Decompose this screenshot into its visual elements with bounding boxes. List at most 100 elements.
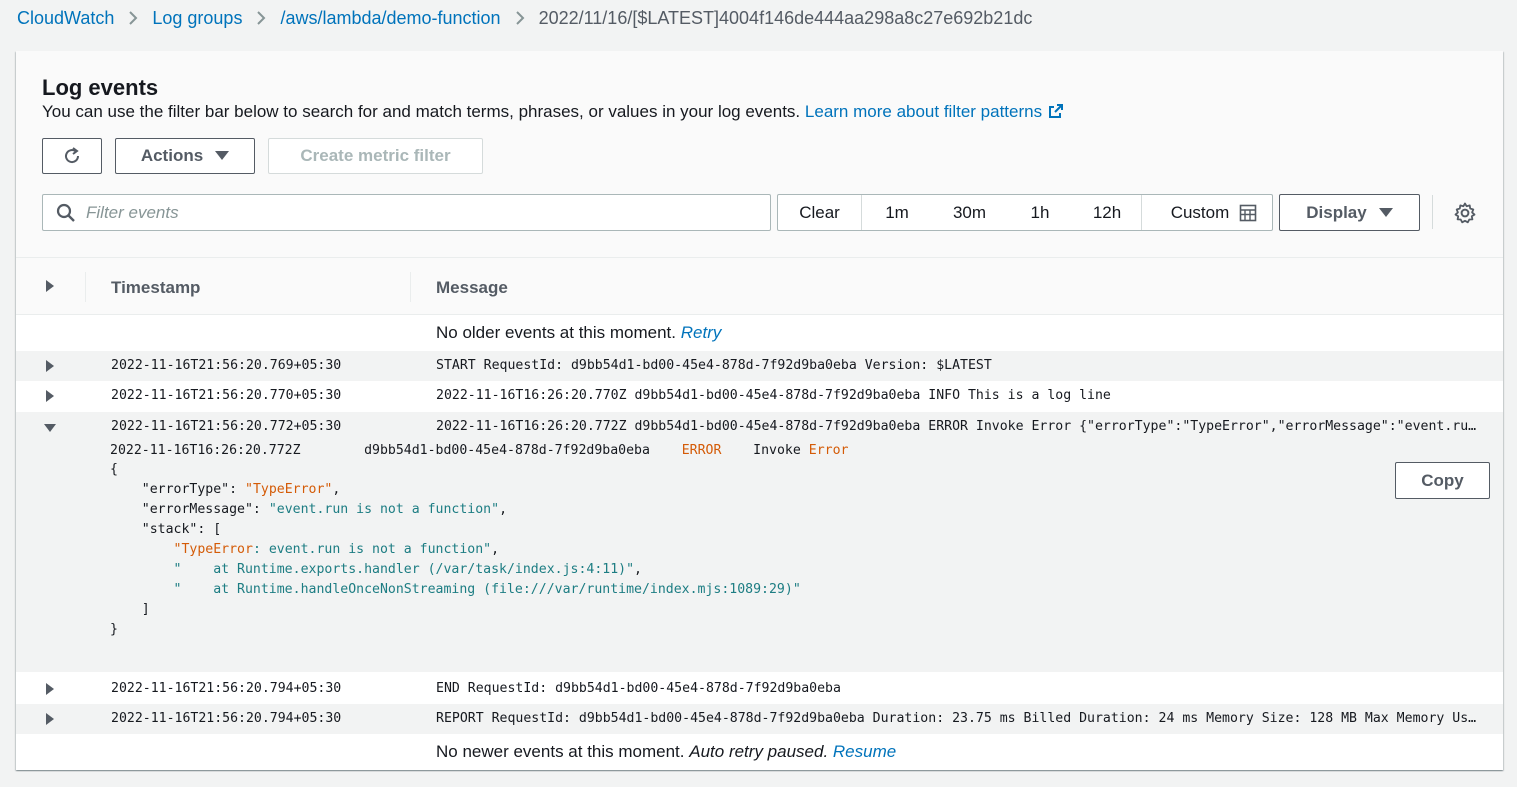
expanded-log-detail: 2022-11-16T16:26:20.772Z d9bb54d1-bd00-4…: [16, 442, 1503, 672]
range-12h[interactable]: 12h: [1073, 195, 1141, 230]
expand-row-icon[interactable]: [45, 360, 55, 372]
no-older-text: No older events at this moment.: [436, 323, 677, 342]
refresh-icon: [62, 146, 82, 166]
row-message: 2022-11-16T16:26:20.772Z d9bb54d1-bd00-4…: [436, 419, 1480, 434]
column-header-timestamp[interactable]: Timestamp: [111, 278, 200, 298]
expand-all-toggle-icon[interactable]: [45, 280, 55, 292]
json-line: "errorType": "TypeError",: [141, 482, 341, 497]
json-open-brace: {: [110, 462, 118, 477]
chevron-right-icon: [515, 10, 525, 26]
caret-down-icon: [1378, 207, 1393, 218]
json-stack-text: " at Runtime.handleOnceNonStreaming (fil…: [173, 582, 801, 597]
learn-more-label: Learn more about filter patterns: [804, 102, 1043, 121]
range-1h[interactable]: 1h: [1007, 195, 1073, 230]
range-custom[interactable]: Custom: [1141, 195, 1272, 230]
chevron-right-icon: [256, 10, 266, 26]
custom-label: Custom: [1170, 202, 1230, 222]
range-30m[interactable]: 30m: [932, 195, 1007, 230]
no-newer-text: No newer events at this moment.: [436, 742, 685, 761]
actions-label: Actions: [140, 146, 204, 165]
detail-invoke: Invoke: [753, 443, 801, 458]
detail-header-line: 2022-11-16T16:26:20.772Z d9bb54d1-bd00-4…: [110, 443, 848, 463]
json-value: "TypeError": [245, 482, 333, 497]
json-line: }: [110, 622, 118, 642]
create-metric-filter-button[interactable]: Create metric filter: [268, 138, 483, 174]
breadcrumb-current: 2022/11/16/[$LATEST]4004f146de444aa298a8…: [538, 7, 1033, 28]
range-1m[interactable]: 1m: [862, 195, 932, 230]
json-key: "stack": [141, 522, 198, 537]
detail-timestamp: 2022-11-16T16:26:20.772Z: [110, 443, 301, 458]
json-line: {: [110, 462, 118, 482]
expand-row-icon[interactable]: [45, 713, 55, 725]
json-line: "errorMessage": "event.run is not a func…: [141, 502, 508, 517]
row-timestamp: 2022-11-16T21:56:20.772+05:30: [111, 419, 342, 434]
chevron-right-icon: [128, 10, 138, 26]
column-divider: [85, 272, 86, 302]
json-value: "event.run is not a function": [268, 502, 500, 517]
json-key: "errorType": [141, 482, 230, 497]
json-line: "stack": [: [141, 522, 222, 537]
row-timestamp: 2022-11-16T21:56:20.794+05:30: [111, 711, 342, 726]
refresh-button[interactable]: [42, 138, 102, 174]
json-open-bracket: [: [213, 522, 222, 537]
detail-request-id: d9bb54d1-bd00-45e4-878d-7f92d9ba0eba: [364, 443, 650, 458]
column-divider: [410, 272, 411, 302]
settings-gear-icon[interactable]: [1453, 201, 1477, 225]
table-row[interactable]: 2022-11-16T21:56:20.794+05:30 END Reques…: [16, 674, 1503, 704]
display-label: Display: [1306, 202, 1367, 222]
table-row[interactable]: 2022-11-16T21:56:20.794+05:30 REPORT Req…: [16, 704, 1503, 734]
clear-range-button[interactable]: Clear: [778, 195, 862, 230]
json-key: "errorMessage": [141, 502, 253, 517]
row-message: REPORT RequestId: d9bb54d1-bd00-45e4-878…: [436, 711, 1480, 726]
json-line: "TypeError: event.run is not a function"…: [173, 542, 500, 557]
retry-link[interactable]: Retry: [681, 323, 722, 342]
panel-header: Log events You can use the filter bar be…: [16, 51, 1503, 257]
toolbar-divider: [1432, 195, 1433, 229]
column-header-message[interactable]: Message: [436, 278, 508, 298]
external-link-icon: [1048, 103, 1064, 124]
resume-link[interactable]: Resume: [833, 742, 896, 761]
panel-title: Log events: [42, 75, 159, 100]
actions-button[interactable]: Actions: [115, 138, 255, 174]
learn-more-link[interactable]: Learn more about filter patterns: [805, 102, 1064, 121]
description-text: You can use the filter bar below to sear…: [42, 102, 801, 121]
row-message: 2022-11-16T16:26:20.770Z d9bb54d1-bd00-4…: [436, 388, 1111, 403]
table-row[interactable]: 2022-11-16T21:56:20.770+05:30 2022-11-16…: [16, 381, 1503, 411]
filter-events-input[interactable]: [86, 202, 686, 223]
json-close-bracket: ]: [141, 602, 150, 617]
no-newer-events-row: No newer events at this moment. Auto ret…: [16, 736, 1503, 769]
panel-description: You can use the filter bar below to sear…: [42, 102, 1064, 124]
json-line: " at Runtime.exports.handler (/var/task/…: [173, 562, 642, 577]
breadcrumb-log-group[interactable]: /aws/lambda/demo-function: [280, 8, 500, 29]
time-range-selector: Clear 1m 30m 1h 12h Custom: [777, 194, 1273, 231]
filter-events-field[interactable]: [42, 194, 771, 231]
table-row[interactable]: 2022-11-16T21:56:20.769+05:30 START Requ…: [16, 351, 1503, 381]
caret-down-icon: [215, 151, 230, 161]
json-close-brace: }: [110, 622, 118, 637]
json-line: " at Runtime.handleOnceNonStreaming (fil…: [110, 582, 801, 602]
breadcrumb-cloudwatch[interactable]: CloudWatch: [17, 8, 114, 29]
breadcrumb-log-groups[interactable]: Log groups: [152, 8, 242, 29]
json-stack-text: : event.run is not a function": [252, 542, 492, 557]
expand-row-icon[interactable]: [45, 683, 55, 695]
log-events-panel: Log events You can use the filter bar be…: [16, 51, 1503, 770]
json-stack-error: "TypeError: [173, 542, 253, 557]
collapse-row-icon[interactable]: [44, 423, 56, 433]
row-message: END RequestId: d9bb54d1-bd00-45e4-878d-7…: [436, 681, 841, 696]
breadcrumb: CloudWatch Log groups /aws/lambda/demo-f…: [17, 6, 1032, 30]
row-timestamp: 2022-11-16T21:56:20.769+05:30: [111, 358, 342, 373]
row-timestamp: 2022-11-16T21:56:20.770+05:30: [111, 388, 342, 403]
row-message: START RequestId: d9bb54d1-bd00-45e4-878d…: [436, 358, 992, 373]
expand-row-icon[interactable]: [45, 390, 55, 402]
json-line: ]: [110, 602, 150, 622]
search-icon: [56, 203, 76, 223]
calendar-icon: [1239, 204, 1257, 222]
table-row-expanded[interactable]: 2022-11-16T21:56:20.772+05:30 2022-11-16…: [16, 412, 1503, 442]
table-header: Timestamp Message: [16, 257, 1503, 315]
display-button[interactable]: Display: [1279, 194, 1420, 231]
no-older-events-row: No older events at this moment. Retry: [16, 317, 1503, 350]
json-stack-text: " at Runtime.exports.handler (/var/task/…: [173, 562, 635, 577]
copy-button[interactable]: Copy: [1395, 462, 1490, 499]
row-timestamp: 2022-11-16T21:56:20.794+05:30: [111, 681, 342, 696]
auto-retry-text: Auto retry paused.: [689, 742, 829, 761]
